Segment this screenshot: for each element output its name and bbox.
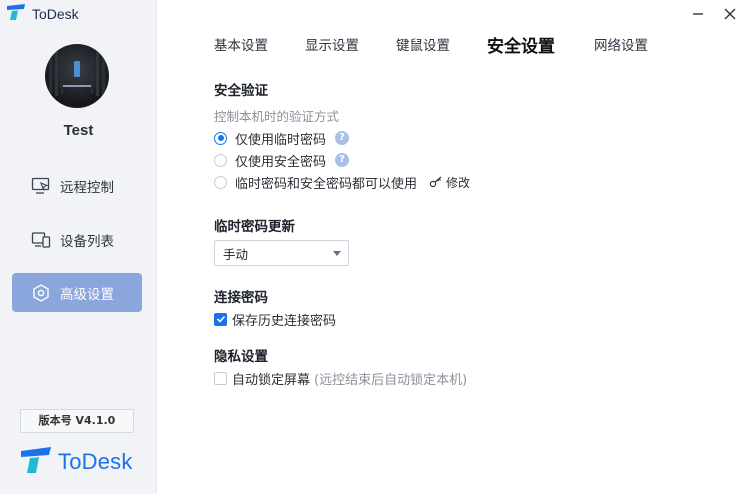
close-button[interactable] xyxy=(721,6,739,24)
modify-label: 修改 xyxy=(446,175,471,190)
minimize-icon xyxy=(691,6,705,25)
version-badge: 版本号 V4.1.0 xyxy=(20,409,134,433)
checkbox-label: 自动锁定屏幕 xyxy=(232,372,311,388)
devices-icon xyxy=(31,230,51,250)
brand-logo: ToDesk xyxy=(20,447,133,477)
help-icon[interactable]: ? xyxy=(335,153,350,167)
connection-password-section-title: 连接密码 xyxy=(214,290,268,306)
chevron-down-icon xyxy=(333,251,341,256)
tab-security[interactable]: 安全设置 xyxy=(487,32,555,57)
privacy-section-title: 隐私设置 xyxy=(214,349,268,365)
key-icon xyxy=(429,176,443,188)
todesk-logo-icon xyxy=(6,4,26,24)
checkbox[interactable] xyxy=(214,371,227,385)
temp-password-update-select[interactable]: 手动 xyxy=(214,240,349,266)
temp-password-section-title: 临时密码更新 xyxy=(214,219,295,235)
monitor-cursor-icon xyxy=(31,176,51,196)
modify-link[interactable]: 修改 xyxy=(429,174,470,191)
help-icon[interactable]: ? xyxy=(335,131,350,145)
tab-network[interactable]: 网络设置 xyxy=(594,34,648,54)
checkbox[interactable] xyxy=(214,312,227,326)
save-history-password-checkbox-row[interactable]: 保存历史连接密码 xyxy=(214,310,337,329)
select-value: 手动 xyxy=(223,246,249,262)
sidebar-item-advanced-settings[interactable]: 高级设置 xyxy=(12,273,142,312)
checkbox-label: 保存历史连接密码 xyxy=(232,313,337,329)
checkbox-hint: (远控结束后自动锁定本机) xyxy=(314,372,468,388)
app-title-text: ToDesk xyxy=(32,6,79,22)
app-title: ToDesk xyxy=(6,4,79,24)
close-icon xyxy=(723,6,737,25)
radio-label: 仅使用临时密码 xyxy=(235,132,327,148)
radio-label: 仅使用安全密码 xyxy=(235,154,327,170)
tab-keyboard-mouse[interactable]: 键鼠设置 xyxy=(396,34,450,54)
sidebar-item-device-list[interactable]: 设备列表 xyxy=(12,220,142,259)
radio-temp-password-only[interactable]: 仅使用临时密码 ? xyxy=(214,129,350,148)
radio-label: 临时密码和安全密码都可以使用 xyxy=(235,176,418,192)
radio-security-password-only[interactable]: 仅使用安全密码 ? xyxy=(214,151,350,170)
avatar[interactable] xyxy=(45,44,109,108)
security-section-title: 安全验证 xyxy=(214,83,268,99)
security-subtitle: 控制本机时的验证方式 xyxy=(214,109,340,124)
minimize-button[interactable] xyxy=(689,6,707,24)
radio-button[interactable] xyxy=(214,153,227,167)
radio-both-passwords[interactable]: 临时密码和安全密码都可以使用 修改 xyxy=(214,173,470,192)
check-icon xyxy=(216,315,225,323)
todesk-logo-icon xyxy=(20,447,52,477)
sidebar-item-remote-control[interactable]: 远程控制 xyxy=(12,166,142,205)
auto-lock-screen-checkbox-row[interactable]: 自动锁定屏幕 (远控结束后自动锁定本机) xyxy=(214,369,468,388)
sidebar-item-label: 远程控制 xyxy=(60,179,114,196)
tab-basic[interactable]: 基本设置 xyxy=(214,34,268,54)
radio-button[interactable] xyxy=(214,131,227,145)
sidebar-item-label: 设备列表 xyxy=(60,233,114,250)
sidebar: ToDesk Test 远程控制 设备列表 高级设置 版本号 V4.1.0 To… xyxy=(0,0,157,494)
brand-text: ToDesk xyxy=(58,449,133,474)
radio-button[interactable] xyxy=(214,175,227,189)
tab-display[interactable]: 显示设置 xyxy=(305,34,359,54)
username: Test xyxy=(63,122,94,139)
settings-hex-icon xyxy=(31,283,51,303)
sidebar-item-label: 高级设置 xyxy=(60,286,114,303)
